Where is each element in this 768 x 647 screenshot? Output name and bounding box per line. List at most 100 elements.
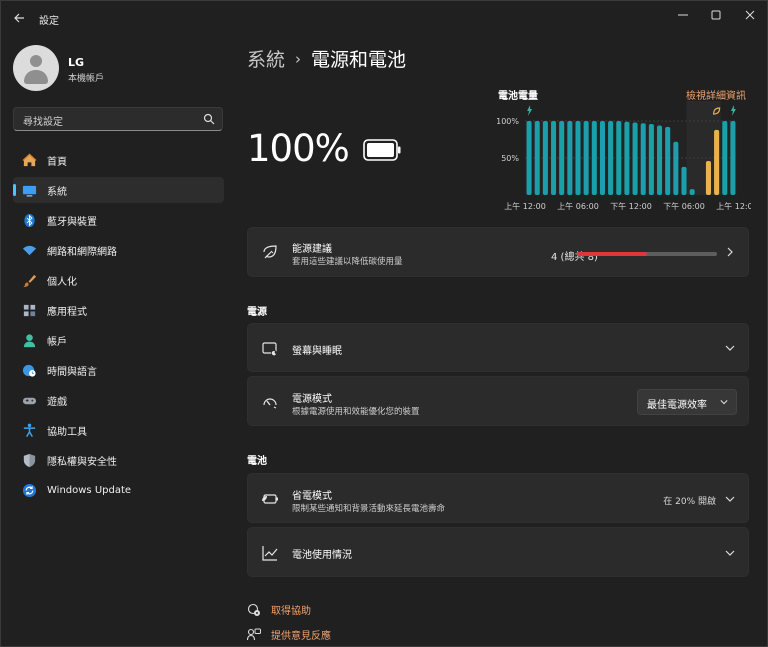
back-arrow-icon xyxy=(14,13,24,23)
chart-bar xyxy=(534,121,540,195)
battery-usage-card[interactable]: 電池使用情況 xyxy=(247,527,749,577)
breadcrumb-parent[interactable]: 系統 xyxy=(247,45,285,72)
chart-bar xyxy=(559,121,565,195)
battery-saver-icon xyxy=(261,490,279,508)
section-title-power: 電源 xyxy=(247,307,267,318)
chevron-right-icon xyxy=(724,246,736,258)
sidebar-nav: 首頁 系統 藍牙與裝置 網路和網際網路 個人化 應用程式 帳戶 時間與語言 遊戲… xyxy=(13,147,224,507)
battery-percentage: 100% xyxy=(247,127,350,170)
chevron-right-icon: › xyxy=(295,49,302,68)
x-tick-label: 下午 06:00 xyxy=(663,201,705,211)
sidebar-item-network[interactable]: 網路和網際網路 xyxy=(13,237,224,263)
card-title: 電源模式 xyxy=(292,394,332,405)
section-title-battery: 電池 xyxy=(247,456,267,467)
gamepad-icon xyxy=(21,392,37,408)
close-button[interactable] xyxy=(734,4,766,26)
sidebar-item-apps[interactable]: 應用程式 xyxy=(13,297,224,323)
card-title: 能源建議 xyxy=(292,244,332,255)
battery-saver-card[interactable]: 省電模式 限制某些通知和背景活動來延長電池壽命 在 20% 開啟 xyxy=(247,473,749,523)
sidebar-item-label: 首頁 xyxy=(47,156,67,168)
lightning-marker-icon xyxy=(527,105,533,116)
sidebar-item-time-language[interactable]: 時間與語言 xyxy=(13,357,224,383)
minimize-icon xyxy=(678,14,688,16)
x-tick-label: 上午 06:00 xyxy=(557,201,599,211)
card-subtitle: 根據電源使用和效能優化您的裝置 xyxy=(292,407,420,417)
page-title: 電源和電池 xyxy=(311,49,407,71)
y-tick-label: 50% xyxy=(501,154,519,163)
chart-bar xyxy=(714,129,720,195)
battery-level-chart[interactable]: 100% 50% 上午 12:00 上午 06:00 下午 12:00 下午 06:00 上… xyxy=(495,101,751,217)
chart-bar xyxy=(599,121,605,195)
chart-bar xyxy=(640,123,646,195)
recommendation-progress-bar xyxy=(577,252,717,256)
sidebar-item-home[interactable]: 首頁 xyxy=(13,147,224,173)
x-tick-label: 上午 12:00 xyxy=(716,201,751,211)
power-mode-dropdown[interactable]: 最佳電源效率 xyxy=(637,389,737,415)
maximize-button[interactable] xyxy=(700,4,732,26)
card-subtitle: 限制某些通知和背景活動來延長電池壽命 xyxy=(292,504,446,514)
breadcrumb: 系統 › 電源和電池 xyxy=(247,45,406,72)
window-title: 設定 xyxy=(39,16,59,27)
chart-title: 電池電量 xyxy=(498,91,538,102)
y-tick-label: 100% xyxy=(496,117,519,126)
chart-bar xyxy=(689,189,695,195)
profile-account-type: 本機帳戶 xyxy=(68,74,105,84)
chart-bar xyxy=(624,121,630,195)
line-chart-icon xyxy=(261,544,279,562)
eco-leaf-icon xyxy=(261,243,279,261)
battery-full-icon xyxy=(363,139,401,161)
chart-bar xyxy=(648,123,654,195)
user-profile[interactable]: LG 本機帳戶 xyxy=(13,45,213,91)
chart-bar xyxy=(551,121,557,195)
feedback-link[interactable]: 提供意見反應 xyxy=(247,627,331,642)
minimize-button[interactable] xyxy=(667,4,699,26)
system-icon xyxy=(21,182,37,198)
get-help-link[interactable]: 取得協助 xyxy=(247,602,311,617)
sidebar-item-windows-update[interactable]: Windows Update xyxy=(13,477,224,503)
dropdown-selected-value: 最佳電源效率 xyxy=(647,400,707,411)
x-tick-label: 下午 12:00 xyxy=(610,201,652,211)
chart-bar xyxy=(673,141,679,195)
apps-icon xyxy=(21,302,37,318)
sidebar-item-gaming[interactable]: 遊戲 xyxy=(13,387,224,413)
power-mode-card: 電源模式 根據電源使用和效能優化您的裝置 最佳電源效率 xyxy=(247,376,749,426)
chart-bar xyxy=(681,166,687,195)
sidebar-item-system[interactable]: 系統 xyxy=(13,177,224,203)
globe-clock-icon xyxy=(21,362,37,378)
chart-bar xyxy=(730,121,736,195)
profile-name: LG xyxy=(68,56,85,69)
screen-sleep-card[interactable]: 螢幕與睡眠 xyxy=(247,323,749,372)
view-details-link[interactable]: 檢視詳細資訊 xyxy=(686,87,746,102)
help-icon xyxy=(247,603,260,616)
sidebar-item-accounts[interactable]: 帳戶 xyxy=(13,327,224,353)
chevron-down-icon xyxy=(724,493,736,505)
search-placeholder: 尋找設定 xyxy=(23,117,63,128)
sidebar-item-label: 帳戶 xyxy=(47,336,67,348)
sidebar-item-label: 隱私權與安全性 xyxy=(47,456,117,468)
chart-bar xyxy=(591,121,597,195)
title-bar: 設定 xyxy=(1,1,767,35)
sidebar-item-label: 藍牙與裝置 xyxy=(47,216,97,228)
sidebar-item-label: 個人化 xyxy=(47,276,77,288)
search-input[interactable]: 尋找設定 xyxy=(13,107,223,131)
back-button[interactable] xyxy=(11,10,27,26)
search-icon xyxy=(203,113,215,125)
chart-bar xyxy=(542,121,548,195)
sidebar-item-label: 應用程式 xyxy=(47,306,87,318)
sidebar-item-label: 網路和網際網路 xyxy=(47,246,117,258)
shield-icon xyxy=(21,452,37,468)
chart-bar xyxy=(608,121,614,195)
lightning-marker-icon xyxy=(730,105,736,116)
sidebar-item-label: 時間與語言 xyxy=(47,366,97,378)
update-icon xyxy=(21,482,37,498)
sidebar-item-personalization[interactable]: 個人化 xyxy=(13,267,224,293)
sidebar-item-privacy[interactable]: 隱私權與安全性 xyxy=(13,447,224,473)
sidebar-item-accessibility[interactable]: 協助工具 xyxy=(13,417,224,443)
get-help-label: 取得協助 xyxy=(271,606,311,617)
chart-bar xyxy=(632,122,638,195)
card-title: 螢幕與睡眠 xyxy=(292,346,342,357)
sidebar-item-bluetooth[interactable]: 藍牙與裝置 xyxy=(13,207,224,233)
energy-recommendations-card[interactable]: 能源建議 套用這些建議以降低碳使用量 4 (總共 8) xyxy=(247,227,749,277)
close-icon xyxy=(745,10,755,20)
chart-bar xyxy=(722,121,728,195)
